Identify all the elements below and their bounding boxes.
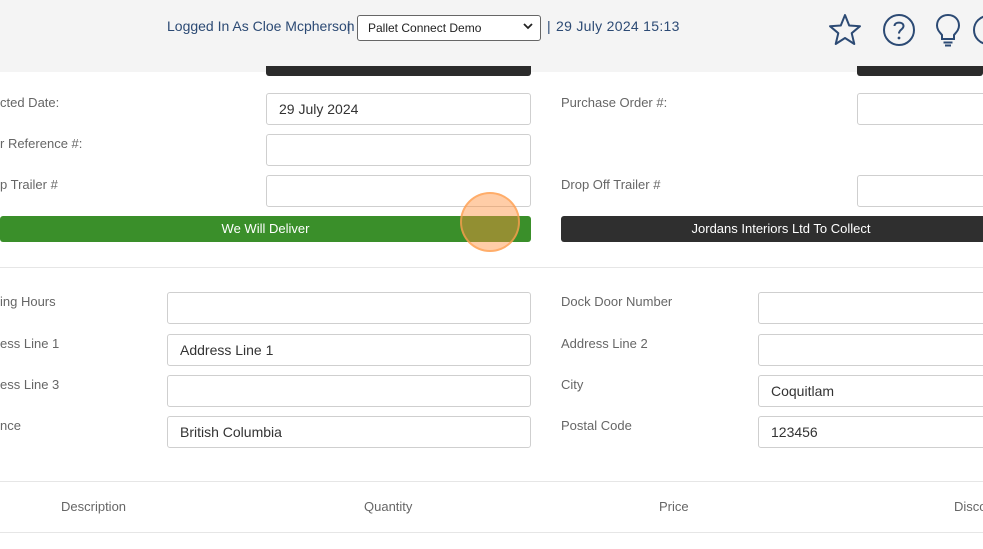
postal-code-label: Postal Code bbox=[561, 418, 632, 433]
customer-reference-label: r Reference #: bbox=[0, 136, 83, 151]
section-divider bbox=[0, 481, 983, 482]
circle-icon[interactable] bbox=[972, 12, 983, 48]
dropoff-trailer-label: Drop Off Trailer # bbox=[561, 177, 661, 192]
dark-action-bar[interactable] bbox=[857, 66, 983, 76]
address-line-3-input[interactable] bbox=[167, 375, 531, 407]
province-input[interactable]: British Columbia bbox=[167, 416, 531, 448]
dock-door-input[interactable] bbox=[758, 292, 983, 324]
pickup-trailer-label: p Trailer # bbox=[0, 177, 58, 192]
dock-door-label: Dock Door Number bbox=[561, 294, 673, 309]
opening-hours-label: ing Hours bbox=[0, 294, 56, 309]
address-line-1-label: ess Line 1 bbox=[0, 336, 60, 351]
expected-date-input[interactable]: 29 July 2024 bbox=[266, 93, 531, 125]
city-label: City bbox=[561, 377, 584, 392]
address-line-2-input[interactable] bbox=[758, 334, 983, 366]
separator: | bbox=[547, 18, 551, 34]
section-divider bbox=[0, 267, 983, 268]
star-icon[interactable] bbox=[827, 12, 863, 48]
column-header-quantity[interactable]: Quantity bbox=[364, 499, 412, 514]
purchase-order-label: Purchase Order #: bbox=[561, 95, 668, 110]
chevron-down-icon bbox=[523, 23, 533, 30]
we-will-deliver-button[interactable]: We Will Deliver bbox=[0, 216, 531, 242]
city-input[interactable]: Coquitlam bbox=[758, 375, 983, 407]
account-select[interactable]: Pallet Connect Demo bbox=[357, 15, 541, 41]
dropoff-trailer-input[interactable] bbox=[857, 175, 983, 207]
current-datetime: 29 July 2024 15:13 bbox=[556, 18, 680, 34]
separator: | bbox=[347, 18, 351, 34]
column-header-price[interactable]: Price bbox=[659, 499, 689, 514]
column-header-description[interactable]: Description bbox=[61, 499, 126, 514]
customer-collect-button[interactable]: Jordans Interiors Ltd To Collect bbox=[561, 216, 983, 242]
customer-reference-input[interactable] bbox=[266, 134, 531, 166]
lightbulb-icon[interactable] bbox=[932, 12, 964, 48]
logged-in-user: Logged In As Cloe Mcpherson bbox=[167, 18, 355, 34]
table-header-divider bbox=[0, 532, 983, 533]
expected-date-label: cted Date: bbox=[0, 95, 60, 110]
column-header-discount[interactable]: Disco bbox=[954, 499, 983, 514]
opening-hours-input[interactable] bbox=[167, 292, 531, 324]
purchase-order-input[interactable] bbox=[857, 93, 983, 125]
address-line-3-label: ess Line 3 bbox=[0, 377, 60, 392]
address-line-2-label: Address Line 2 bbox=[561, 336, 648, 351]
click-indicator bbox=[460, 192, 520, 252]
address-line-1-input[interactable]: Address Line 1 bbox=[167, 334, 531, 366]
province-label: nce bbox=[0, 418, 21, 433]
help-icon[interactable] bbox=[881, 12, 917, 48]
dark-action-bar[interactable] bbox=[266, 66, 531, 76]
account-select-value: Pallet Connect Demo bbox=[368, 21, 482, 35]
postal-code-input[interactable]: 123456 bbox=[758, 416, 983, 448]
